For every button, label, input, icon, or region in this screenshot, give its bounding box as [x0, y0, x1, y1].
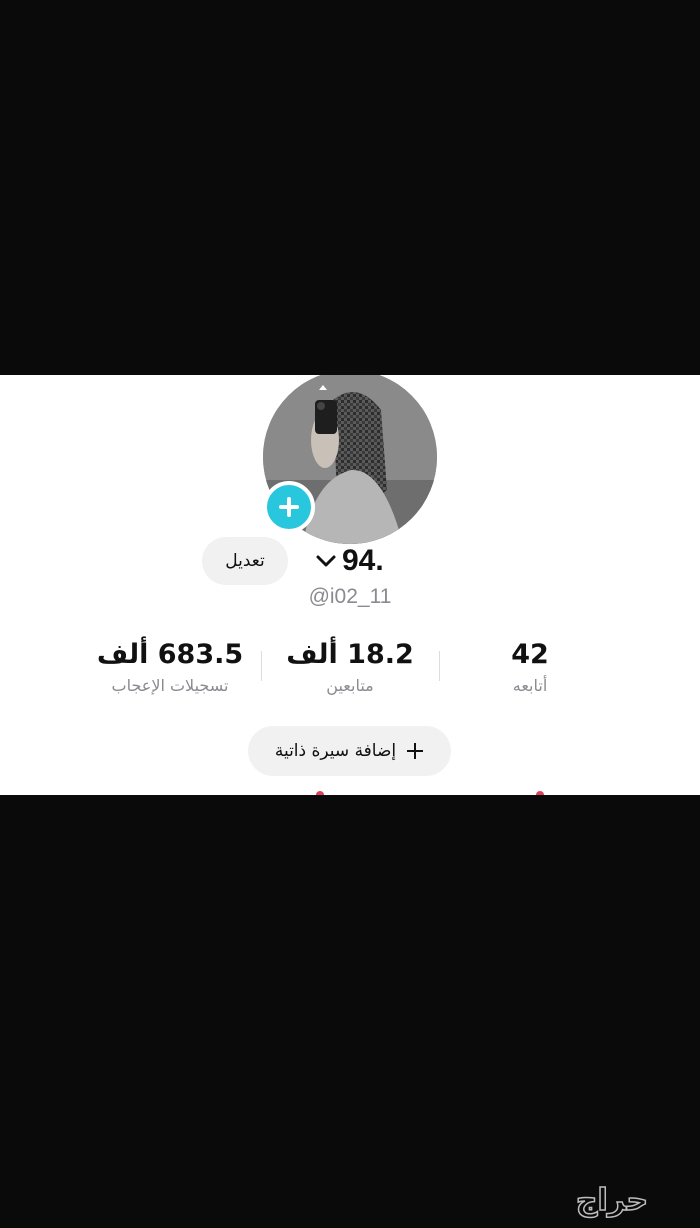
likes-label: تسجيلات الإعجاب — [111, 676, 229, 695]
likes-count: 683.5 ألف — [96, 639, 244, 670]
add-photo-button[interactable] — [263, 481, 315, 533]
followers-count: 18.2 ألف — [286, 639, 414, 670]
add-bio-button[interactable]: إضافة سيرة ذاتية — [248, 726, 451, 776]
followers-label: متابعين — [326, 676, 374, 695]
stat-following[interactable]: 42 أتابعه — [480, 637, 580, 698]
following-label: أتابعه — [512, 676, 548, 695]
add-bio-label: إضافة سيرة ذاتية — [274, 741, 397, 761]
chevron-down-icon — [316, 555, 336, 567]
watermark-logo: حراج — [575, 1182, 649, 1219]
cropped-row — [316, 791, 544, 795]
stat-divider — [439, 651, 440, 681]
watermark-text: حراج — [576, 1183, 648, 1218]
stat-likes[interactable]: 683.5 ألف تسجيلات الإعجاب — [80, 637, 260, 698]
profile-panel: تعديل 94. @i02_11 42 أتابعه 18.2 ألف متا… — [0, 375, 700, 795]
following-count: 42 — [511, 639, 549, 670]
username: @i02_11 — [308, 585, 392, 608]
plus-icon — [407, 743, 424, 759]
profile-name: 94. — [342, 544, 384, 577]
plus-icon — [279, 497, 299, 517]
account-switcher[interactable]: 94. — [314, 543, 384, 579]
edit-profile-button[interactable]: تعديل — [202, 537, 288, 585]
stat-divider — [261, 651, 262, 681]
stat-followers[interactable]: 18.2 ألف متابعين — [280, 637, 420, 698]
